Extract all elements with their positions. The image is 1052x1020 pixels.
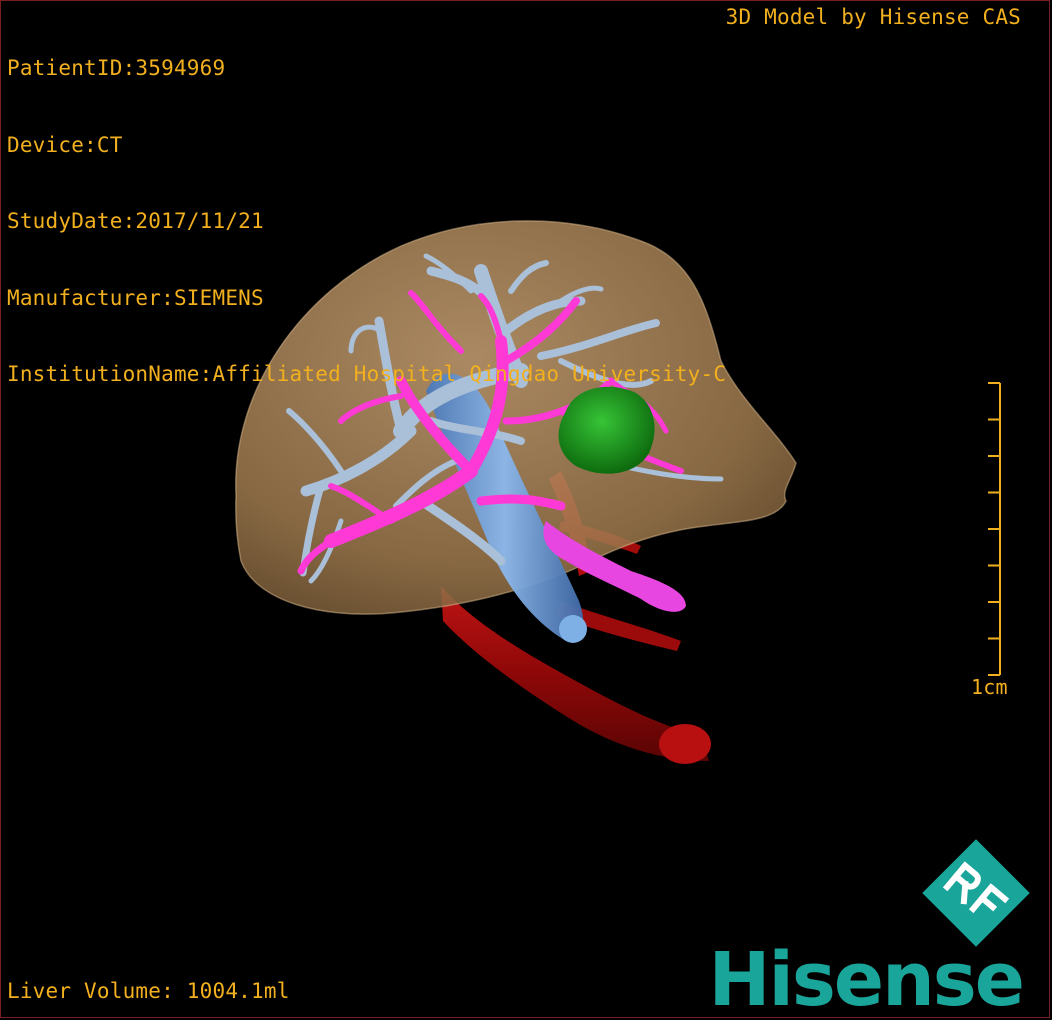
patient-info-panel: PatientID:3594969 Device:CT StudyDate:20… (7, 5, 726, 439)
scale-bar-label: 1cm (971, 675, 1008, 699)
manufacturer-text: Manufacturer:SIEMENS (7, 285, 264, 310)
scale-bar-icon (988, 382, 1001, 676)
liver-volume-text: Liver Volume: 1004.1ml (7, 979, 290, 1003)
study-date-text: StudyDate:2017/11/21 (7, 209, 264, 233)
institution-text: InstitutionName:Affiliated Hospital Qing… (7, 362, 727, 386)
device-text: Device:CT (7, 132, 123, 157)
model-credit-text: 3D Model by Hisense CAS (725, 5, 1021, 29)
patient-id-text: PatientID:3594969 (7, 56, 226, 80)
3d-render-viewport[interactable]: PatientID:3594969 Device:CT StudyDate:20… (0, 0, 1050, 1019)
